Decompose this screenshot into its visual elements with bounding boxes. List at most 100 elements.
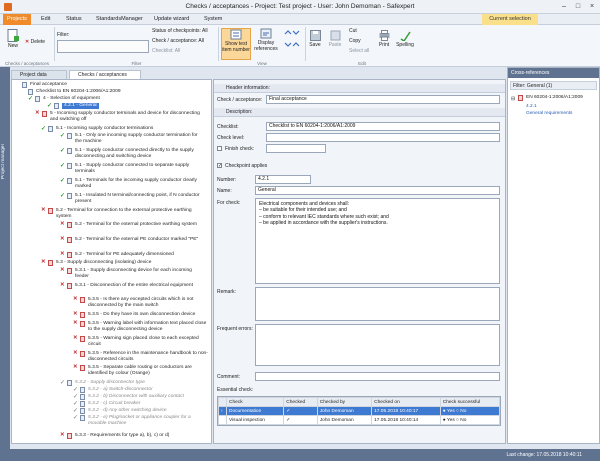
tree-item[interactable]: 5.1 - Supply conductor connected directl… (75, 148, 205, 160)
tree-item[interactable]: 5.2 - Terminal for connection to the ext… (56, 208, 206, 220)
tree-item[interactable]: 5.1 - Insulated N terminal/connecting po… (75, 193, 205, 205)
table-row[interactable]: Visual inspection ✓ John Demoman 17.05.2… (218, 415, 501, 425)
menu-tab-standardsmanager[interactable]: StandardsManager (92, 14, 147, 25)
tree-item[interactable]: 5.3.2 - e) Plug/socket or appliance coup… (88, 415, 206, 427)
for-check-textarea[interactable]: Electrical components and devices shall:… (255, 198, 500, 284)
description-section[interactable]: Description: (214, 108, 505, 117)
print-button[interactable]: Print (376, 30, 392, 48)
tree-item[interactable]: 5.3 - Supply disconnecting (isolating) d… (56, 260, 151, 266)
checklist-filter[interactable]: Checklist: All (152, 48, 180, 54)
minimize-button[interactable]: – (558, 2, 570, 11)
tree-item[interactable]: 5.3.2 - Supply disconnector type (75, 380, 145, 386)
tree-item[interactable]: 5.3.5 - Warning sign placed close to eac… (88, 336, 208, 348)
column-checked-on[interactable]: Checked on (371, 397, 441, 407)
number-field[interactable]: 4.2.1 (255, 175, 311, 184)
current-selection-tab[interactable]: Current selection (482, 14, 538, 25)
tree-item[interactable]: 5 - Incoming supply conductor terminals … (50, 111, 200, 123)
checklist-tree[interactable]: Final acceptance Checklist to EN 60204-1:… (11, 79, 212, 444)
checkpoint-applies-checkbox[interactable]: ✓ (217, 163, 222, 169)
paste-button[interactable]: Paste (327, 30, 343, 48)
tree-item[interactable]: 5.3.5 - Reference in the maintenance han… (88, 351, 208, 363)
cut-button[interactable]: Cut (349, 28, 357, 34)
project-manager-strip[interactable]: Project manager (0, 67, 10, 461)
tree-item[interactable]: 4 - Selection of equipment (43, 96, 100, 102)
check-acceptance-select[interactable]: Final acceptance (266, 95, 500, 104)
failed-status-icon: ✕ (73, 335, 78, 341)
table-row[interactable]: › Documentation ✓ John Demoman 17.05.201… (218, 406, 501, 416)
cross-references-filter[interactable]: Filter: General (1) (510, 81, 597, 90)
maximize-button[interactable]: □ (572, 2, 584, 11)
menu-tab-status[interactable]: Status (62, 14, 86, 25)
display-references-button[interactable]: Display references (254, 28, 278, 52)
check-level-field[interactable] (266, 133, 500, 142)
cell-checked[interactable]: ✓ (283, 415, 318, 425)
menu-tab-edit[interactable]: Edit (37, 14, 54, 25)
tab-checks-acceptances[interactable]: Checks / acceptances (69, 70, 141, 79)
tree-item[interactable]: 5.2 - Terminal for PE adequately dimensi… (75, 252, 205, 258)
menu-tab-projects[interactable]: Projects (3, 14, 31, 25)
cross-reference-standard[interactable]: EN 60204-1:2006/A1:2009 (526, 95, 583, 100)
tree-item[interactable]: 5.3.2 - c) Circuit breaker (88, 401, 140, 407)
tree-item[interactable]: 5.2 - Terminal for the external protecti… (75, 222, 205, 228)
tree-item[interactable]: 5.3.3 - Requirements for type a), b), c)… (75, 433, 169, 439)
menu-tab-update-wizard[interactable]: Update wizard (150, 14, 193, 25)
no-radio-label[interactable]: No (460, 409, 466, 414)
column-checked[interactable]: Checked (283, 397, 318, 407)
filter-label: Filter: (57, 32, 70, 38)
check-acceptance-filter[interactable]: Check / acceptance: All (152, 38, 204, 44)
column-check[interactable]: Check (225, 397, 285, 407)
show-test-item-number-button[interactable]: Show test item number (221, 28, 251, 60)
save-button[interactable]: Save (307, 30, 323, 48)
cell-check-successful[interactable]: ● Yes ○ No (439, 415, 501, 425)
yes-radio-label[interactable]: Yes (447, 418, 455, 423)
checklist-field[interactable]: Checklist to EN 60204-1:2006/A1:2009 (266, 122, 500, 131)
header-information-section[interactable]: Header information: (214, 84, 505, 93)
finish-check-date[interactable] (266, 144, 326, 153)
header-information-label: Header information: (226, 85, 270, 91)
comment-field[interactable] (255, 372, 500, 381)
tree-item[interactable]: 5.2 - Terminal for the external PE condu… (75, 237, 205, 243)
menu-tab-system[interactable]: System (200, 14, 226, 25)
tree-item[interactable]: 5.3.2 - a) Switch-disconnector (88, 387, 153, 393)
filter-input[interactable] (57, 40, 149, 53)
tree-item[interactable]: 5.3.2 - d) Any other switching device (88, 408, 167, 414)
close-button[interactable]: × (586, 2, 598, 11)
tree-item[interactable]: 5.1 - Only one incoming supply conductor… (75, 133, 205, 145)
tree-item[interactable]: 5.3.5 - Do they have its own disconnecti… (88, 312, 208, 318)
tree-item[interactable]: 5.3.5 - Is there any excepted circuits w… (88, 297, 208, 309)
status-checkpoints-filter[interactable]: Status of checkpoints: All (152, 28, 208, 34)
select-all-button[interactable]: Select all (349, 48, 369, 54)
tree-item[interactable]: 5.3.2 - b) Disconnector with auxiliary c… (88, 394, 184, 400)
cross-reference-title[interactable]: General requirements (526, 111, 572, 116)
tree-item[interactable]: 5.1 - Terminals for the incoming supply … (75, 178, 205, 190)
spelling-label: Spelling (396, 42, 414, 48)
tab-project-data[interactable]: Project data (11, 70, 67, 79)
cross-reference-section[interactable]: 4.2.1 (526, 104, 537, 109)
tree-item[interactable]: 5.3.5 - Warning label with information t… (88, 321, 208, 333)
name-field[interactable]: General (255, 186, 500, 195)
yes-radio-label[interactable]: Yes (447, 409, 455, 414)
no-radio-label[interactable]: No (460, 418, 466, 423)
spelling-button[interactable]: Spelling (396, 30, 414, 48)
tree-item[interactable]: 5.3.5 - Separate cable routing or conduc… (88, 365, 208, 377)
copy-button[interactable]: Copy (349, 38, 361, 44)
column-checked-by[interactable]: Checked by (316, 397, 373, 407)
new-button[interactable]: New (5, 29, 21, 49)
tree-item[interactable]: 4.2.1 - General (62, 103, 99, 109)
frequent-errors-textarea[interactable] (255, 324, 500, 366)
new-button-label: New (7, 43, 18, 49)
expand-toggle-icon[interactable]: ⊟ (511, 96, 515, 102)
navigation-arrows[interactable] (282, 29, 302, 59)
cell-checked[interactable]: ✓ (283, 406, 318, 416)
finish-check-checkbox[interactable] (217, 146, 222, 151)
tree-item[interactable]: Final acceptance (30, 82, 67, 88)
tree-item[interactable]: 5.1 - Incoming supply conductor terminat… (56, 126, 153, 132)
tree-item[interactable]: Checklist to EN 60204-1:2006/A1:2009 (36, 89, 121, 95)
tree-item[interactable]: 5.1 - Supply conductor connected to sepa… (75, 163, 205, 175)
tree-item[interactable]: 5.3.1 - Supply disconnecting device for … (75, 268, 205, 280)
column-check-successful[interactable]: Check successful (439, 397, 501, 407)
cell-check-successful[interactable]: ● Yes ○ No (439, 406, 501, 416)
remark-textarea[interactable] (255, 287, 500, 321)
tree-item[interactable]: 5.3.1 - Disconnection of the entire elec… (75, 283, 211, 289)
delete-button[interactable]: ✕ Delete (25, 39, 53, 45)
